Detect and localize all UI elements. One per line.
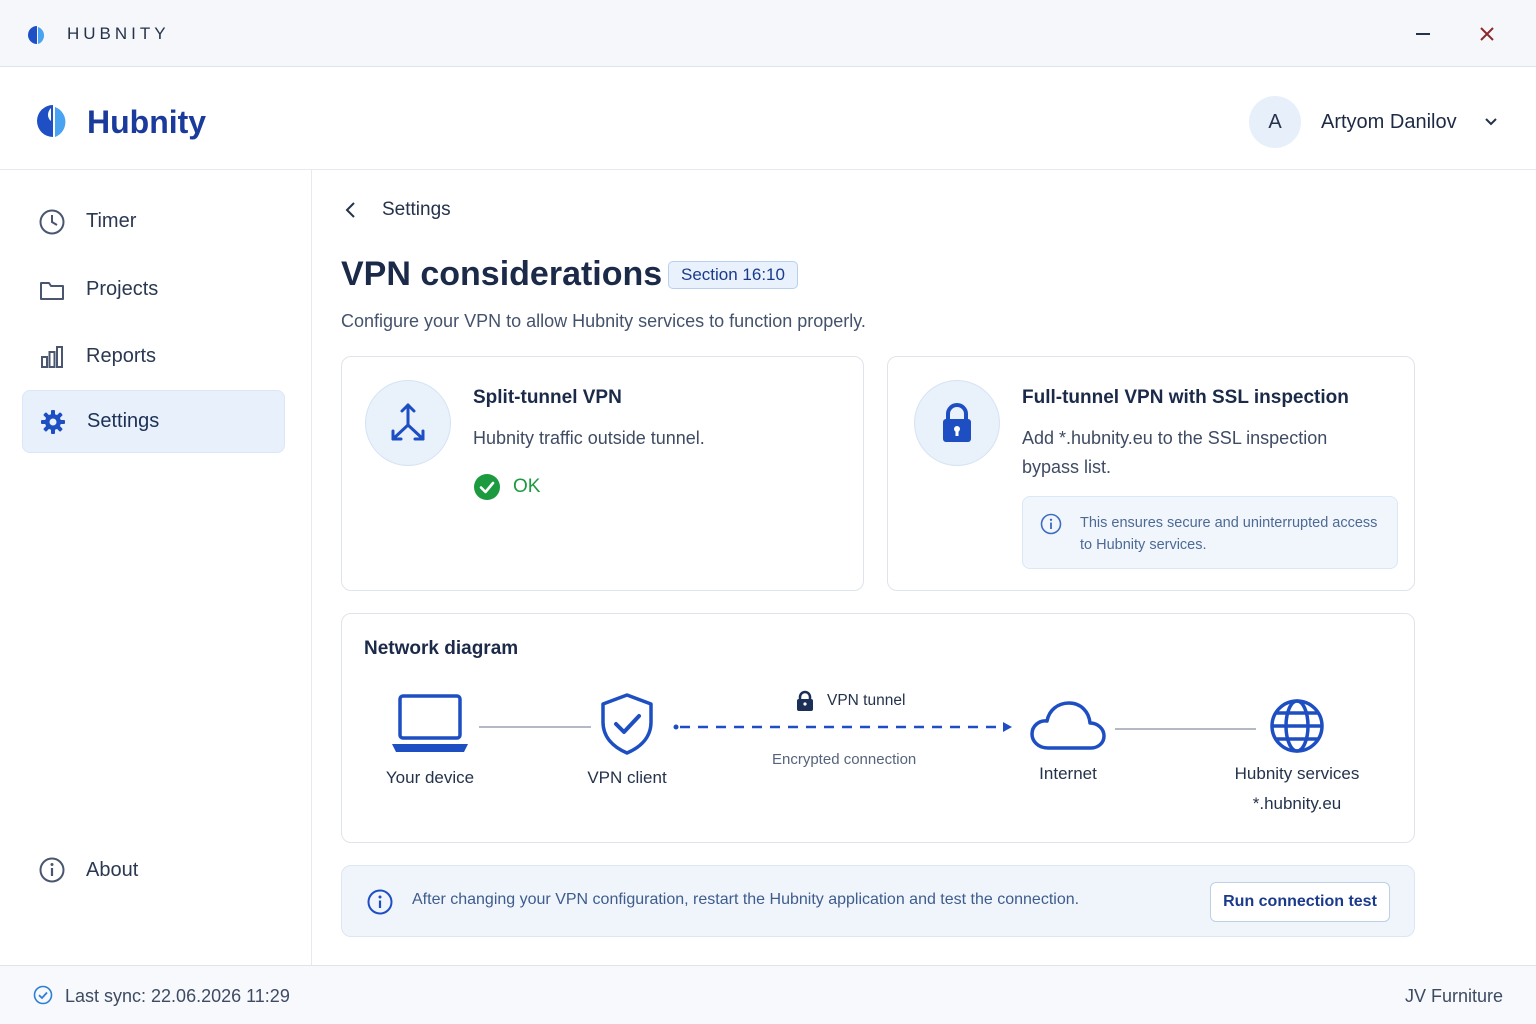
page-title: VPN considerations [341,255,663,293]
split-arrows-icon [365,380,451,466]
card-text: Hubnity traffic outside tunnel. [473,428,705,448]
split-tunnel-card: Split-tunnel VPN Hubnity traffic outside… [341,356,864,591]
main-content: Settings VPN considerations Section 16:1… [312,170,1536,965]
close-window-button[interactable] [1473,20,1501,48]
node-label: Hubnity services [1234,764,1360,783]
shield-icon [595,692,659,756]
minimize-icon [1416,33,1430,35]
info-bar-text: After changing your VPN configuration, r… [412,891,1080,908]
page-description: Configure your VPN to allow Hubnity serv… [341,311,866,331]
last-sync-text: Last sync: 22.06.2026 11:29 [65,986,290,1006]
network-diagram-card: Network diagram Your device VPN client V… [341,613,1415,843]
check-circle-icon [33,985,53,1005]
app-header: Hubnity A Artyom Danilov [0,67,1536,170]
node-hubnity-services: Hubnity services *.hubnity.eu [1227,698,1367,814]
cloud-icon [1028,698,1108,754]
breadcrumb-label: Settings [382,199,451,220]
check-circle-icon [473,473,501,501]
sidebar-item-timer[interactable]: Timer [22,190,285,253]
brand-name: Hubnity [87,104,207,140]
window-title: HUBNITY [67,24,170,43]
info-icon [367,889,393,915]
info-icon [1040,513,1062,535]
full-tunnel-card: Full-tunnel VPN with SSL inspection Add … [887,356,1415,591]
node-your-device: Your device [385,692,475,788]
title-bar: HUBNITY [0,0,1536,67]
sidebar: Timer Projects Reports Settings About [0,170,312,965]
section-badge: Section 16:10 [668,261,798,289]
sidebar-item-label: About [86,858,139,881]
laptop-icon [390,692,470,756]
sidebar-item-label: Projects [86,278,159,300]
lock-icon [914,380,1000,466]
status-bar: Last sync: 22.06.2026 11:29 JV Furniture [0,965,1536,1024]
status-ok: OK [473,473,540,501]
breadcrumb[interactable]: Settings [342,198,451,222]
status-label: OK [513,476,541,497]
sidebar-item-label: Settings [87,410,160,432]
card-title: Full-tunnel VPN with SSL inspection [1022,387,1349,408]
info-bar: After changing your VPN configuration, r… [341,865,1415,937]
card-text: Add *.hubnity.eu to the SSL inspection b… [1022,428,1328,477]
hubnity-logo-icon [26,24,48,46]
tunnel-label-text: VPN tunnel [827,692,906,709]
info-icon [38,856,66,884]
card-title: Split-tunnel VPN [473,387,622,408]
node-sublabel: *.hubnity.eu [1252,794,1342,813]
chevron-down-icon [1483,114,1499,130]
diagram-title: Network diagram [364,638,519,659]
lock-icon [795,690,815,712]
gear-icon [39,408,67,436]
node-internet: Internet [1020,698,1116,784]
node-vpn-client: VPN client [582,692,672,788]
tunnel-sublabel: Encrypted connection [772,751,917,768]
clock-icon [38,208,66,236]
node-label: VPN client [587,768,667,787]
note-box: This ensures secure and uninterrupted ac… [1022,496,1398,569]
node-label: Internet [1039,764,1097,783]
user-name: Artyom Danilov [1321,110,1457,133]
sidebar-item-reports[interactable]: Reports [22,325,285,388]
avatar: A [1249,96,1301,148]
folder-icon [38,276,66,304]
close-icon [1480,27,1494,41]
encrypted-tunnel-arrow [673,722,1012,732]
organization-name: JV Furniture [1404,986,1503,1006]
tunnel-label: VPN tunnel [795,690,905,712]
link-line [479,726,591,728]
sidebar-item-settings[interactable]: Settings [22,390,285,453]
bar-chart-icon [38,343,66,371]
node-label: Your device [385,768,475,787]
sidebar-item-about[interactable]: About [22,842,285,898]
chevron-left-icon [342,198,360,222]
note-text: This ensures secure and uninterrupted ac… [1080,515,1378,553]
hubnity-logo-icon [34,102,72,140]
globe-icon [1269,698,1325,754]
sidebar-item-label: Timer [86,210,137,232]
user-menu[interactable]: A Artyom Danilov [1249,95,1499,149]
sidebar-item-projects[interactable]: Projects [22,258,285,321]
sidebar-item-label: Reports [86,345,157,367]
minimize-button[interactable] [1409,20,1437,48]
run-connection-test-button[interactable]: Run connection test [1210,882,1390,922]
